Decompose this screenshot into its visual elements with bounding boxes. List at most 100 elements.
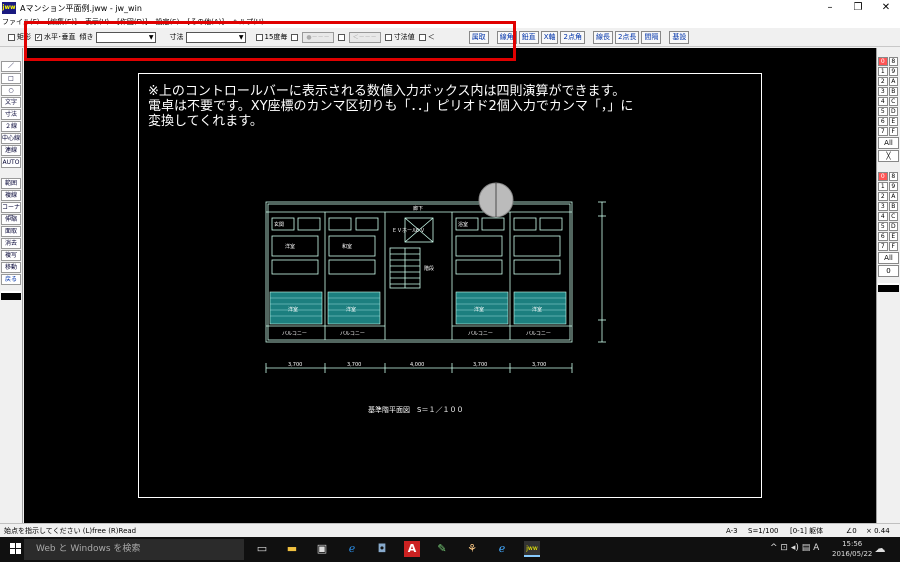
group-zero-button[interactable]: 0 (878, 265, 899, 277)
tool-chamfer[interactable]: 面取 (1, 226, 21, 237)
interval-button[interactable]: 間隔 (641, 30, 662, 44)
tool-line[interactable]: ／ (1, 61, 21, 72)
base-set-button[interactable]: 基設 (669, 30, 690, 44)
tool-erase[interactable]: 消去 (1, 238, 21, 249)
group-button[interactable]: C (888, 212, 898, 221)
line-length-button[interactable]: 線長 (592, 30, 613, 44)
rect-checkbox[interactable] (8, 33, 15, 41)
ie-icon[interactable]: ℯ (494, 541, 510, 557)
tool-rect[interactable]: □ (1, 73, 21, 84)
layer-button[interactable]: 0 (878, 57, 888, 66)
tool-undo[interactable]: 戻る (1, 274, 21, 285)
layer-all-button[interactable]: All (878, 137, 899, 149)
tool-dimension[interactable]: 寸法 (1, 109, 21, 120)
balcony-label-4: バルコニー (526, 331, 551, 337)
layer-button[interactable]: 7 (878, 127, 888, 136)
status-bar: 始点を指示してください (L)free (R)Read A-3 S=1/100 … (0, 523, 900, 537)
layer-button[interactable]: B (888, 87, 898, 96)
tray-expand-icon[interactable]: ^ (770, 543, 778, 553)
minimize-button[interactable]: – (816, 0, 844, 16)
edge-icon[interactable]: ℯ (344, 541, 360, 557)
title-bar: jww Aマンション平面例.jww - jw_win – ❐ ✕ (0, 0, 900, 16)
tool-range[interactable]: 範囲 (1, 178, 21, 189)
layer-button[interactable]: 2 (878, 77, 888, 86)
app-icon-misc[interactable]: ⚘ (464, 541, 480, 557)
jww-taskbar-icon[interactable]: jww (524, 541, 540, 557)
tool-auto[interactable]: AUTO (1, 157, 21, 168)
layer-button[interactable]: D (888, 107, 898, 116)
two-point-length-button[interactable]: 2点長 (614, 30, 640, 44)
layer-button[interactable]: C (888, 97, 898, 106)
layer-button[interactable]: 4 (878, 97, 888, 106)
tool-corner[interactable]: コーナー (1, 202, 21, 220)
group-button[interactable]: A (888, 192, 898, 201)
line-style-indicator[interactable] (1, 291, 21, 300)
layer-button[interactable]: E (888, 117, 898, 126)
network-icon[interactable]: ⊡ (780, 543, 788, 553)
x-axis-button[interactable]: X軸 (540, 30, 559, 44)
paper-size[interactable]: A-3 (726, 524, 738, 538)
layer-indicator[interactable]: [0-1] 躯体 (790, 524, 823, 538)
group-button[interactable]: 9 (888, 182, 898, 191)
plan-caption: 基準階平面図 S＝１／１００ (368, 406, 464, 414)
maximize-button[interactable]: ❐ (844, 0, 872, 16)
layer-button[interactable]: 9 (888, 67, 898, 76)
group-button[interactable]: 7 (878, 242, 888, 251)
media-icon[interactable]: ◘ (374, 541, 390, 557)
tool-offset[interactable]: 複線 (1, 190, 21, 201)
group-button[interactable]: 3 (878, 202, 888, 211)
group-button[interactable]: 6 (878, 232, 888, 241)
layer-button[interactable]: F (888, 127, 898, 136)
tool-circle[interactable]: ○ (1, 85, 21, 96)
tool-connect[interactable]: 連線 (1, 145, 21, 156)
tool-copy[interactable]: 複写 (1, 250, 21, 261)
layer-row: 3B (878, 87, 899, 96)
group-button[interactable]: E (888, 232, 898, 241)
acrobat-icon[interactable]: A (404, 541, 420, 557)
group-button[interactable]: D (888, 222, 898, 231)
group-row: 19 (878, 182, 899, 191)
close-button[interactable]: ✕ (872, 0, 900, 16)
layer-x-button[interactable]: ╳ (878, 150, 899, 162)
angle-indicator[interactable]: ∠0 (846, 524, 857, 538)
layer-button[interactable]: 5 (878, 107, 888, 116)
group-button[interactable]: 5 (878, 222, 888, 231)
group-button[interactable]: 8 (888, 172, 898, 181)
layer-button[interactable]: A (888, 77, 898, 86)
group-button[interactable]: 4 (878, 212, 888, 221)
vertical-button[interactable]: 鉛直 (518, 30, 539, 44)
two-point-angle-button[interactable]: 2点角 (560, 30, 585, 44)
file-explorer-icon[interactable]: ▬ (284, 541, 300, 557)
tool-move[interactable]: 移動 (1, 262, 21, 273)
tool-stretch[interactable]: 伸縮 (1, 214, 21, 225)
group-button[interactable]: 0 (878, 172, 888, 181)
group-button[interactable]: 2 (878, 192, 888, 201)
layer-button[interactable]: 8 (888, 57, 898, 66)
drawing-canvas[interactable]: ※上のコントロールバーに表示される数値入力ボックス内は四則演算ができます。 電卓… (24, 48, 876, 523)
scale-indicator[interactable]: S=1/100 (748, 524, 778, 538)
group-all-button[interactable]: All (878, 252, 899, 264)
group-button[interactable]: 1 (878, 182, 888, 191)
app-icon-tool[interactable]: ✎ (434, 541, 450, 557)
task-view-icon[interactable]: ▭ (254, 541, 270, 557)
action-center-icon[interactable]: ☁ (872, 541, 888, 557)
tool-double-line[interactable]: ２線 (1, 121, 21, 132)
ime-indicator[interactable]: A (813, 543, 819, 553)
zoom-indicator[interactable]: × 0.44 (866, 524, 890, 538)
layer-button[interactable]: 1 (878, 67, 888, 76)
tool-text[interactable]: 文字 (1, 97, 21, 108)
window-title: Aマンション平面例.jww - jw_win (20, 3, 142, 13)
taskbar-search-box[interactable]: Web と Windows を検索 (24, 539, 244, 560)
layer-button[interactable]: 6 (878, 117, 888, 126)
notification-icon[interactable]: ▤ (802, 543, 811, 553)
group-indicator[interactable] (878, 283, 899, 292)
group-row: 5D (878, 222, 899, 231)
tool-center-line[interactable]: 中心線 (1, 133, 21, 144)
taskbar-clock[interactable]: 15:56 2016/05/22 (832, 539, 872, 559)
layer-button[interactable]: 3 (878, 87, 888, 96)
store-icon[interactable]: ▣ (314, 541, 330, 557)
group-button[interactable]: B (888, 202, 898, 211)
group-button[interactable]: F (888, 242, 898, 251)
windows-start-icon[interactable] (10, 543, 22, 555)
volume-icon[interactable]: ◂) (791, 543, 799, 553)
